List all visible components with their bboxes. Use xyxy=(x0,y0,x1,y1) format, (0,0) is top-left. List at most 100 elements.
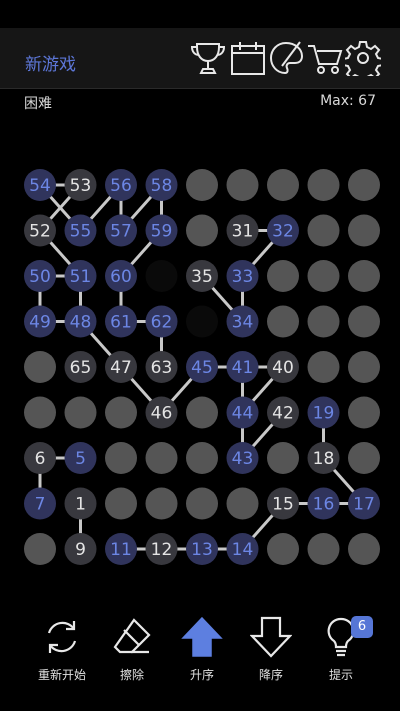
descending-label: 降序 xyxy=(258,668,283,682)
cell-number: 12 xyxy=(151,540,173,560)
empty-cell[interactable] xyxy=(64,396,97,429)
cell-number: 56 xyxy=(110,176,132,196)
cell-number: 54 xyxy=(29,176,51,196)
trophy-icon[interactable] xyxy=(190,40,226,76)
calendar-icon[interactable] xyxy=(230,40,266,76)
cell-number: 11 xyxy=(110,540,132,560)
cell-number: 59 xyxy=(151,222,173,242)
cell-number: 47 xyxy=(110,358,132,378)
empty-cell[interactable] xyxy=(24,533,56,565)
empty-cell[interactable] xyxy=(105,442,137,474)
cell-number: 49 xyxy=(29,313,51,333)
cell-number: 60 xyxy=(110,267,132,287)
cell-number: 16 xyxy=(313,495,335,515)
empty-cell[interactable] xyxy=(348,351,380,383)
blocked-cell[interactable] xyxy=(145,260,178,292)
blocked-cell[interactable] xyxy=(186,305,218,338)
empty-cell[interactable] xyxy=(105,487,137,520)
cell-layer: 54 53 56 5852 55 57 59 31 3250 51 60 35 3349 48 61 62 34… xyxy=(24,169,380,565)
empty-cell[interactable] xyxy=(186,169,218,201)
cell-number: 55 xyxy=(70,222,92,242)
empty-cell[interactable] xyxy=(186,442,218,474)
cell-number: 14 xyxy=(232,540,254,560)
palette-icon[interactable] xyxy=(268,40,304,76)
erase-button[interactable]: 擦除 xyxy=(102,612,162,687)
empty-cell[interactable] xyxy=(307,305,340,338)
cell-number: 17 xyxy=(353,495,375,515)
cell-number: 61 xyxy=(110,313,132,333)
arrow-down-icon xyxy=(250,616,292,658)
cell-number: 15 xyxy=(272,495,294,515)
cell-number: 9 xyxy=(75,540,86,560)
empty-cell[interactable] xyxy=(267,533,299,565)
cell-number: 19 xyxy=(313,404,335,424)
hint-label: 提示 xyxy=(328,668,353,682)
empty-cell[interactable] xyxy=(186,487,218,520)
cell-number: 13 xyxy=(191,540,213,560)
cell-number: 5 xyxy=(75,449,86,469)
empty-cell[interactable] xyxy=(267,260,299,292)
restart-button[interactable]: 重新开始 xyxy=(32,612,92,687)
cart-icon[interactable] xyxy=(307,40,343,76)
empty-cell[interactable] xyxy=(267,169,299,201)
cell-number: 33 xyxy=(232,267,254,287)
refresh-icon xyxy=(47,621,77,653)
empty-cell[interactable] xyxy=(226,487,259,520)
empty-cell[interactable] xyxy=(186,396,218,429)
cell-number: 57 xyxy=(110,222,132,242)
cell-number: 45 xyxy=(191,358,213,378)
new-game-button[interactable]: 新游戏 xyxy=(25,50,76,75)
empty-cell[interactable] xyxy=(307,260,340,292)
empty-cell[interactable] xyxy=(307,214,340,247)
empty-cell[interactable] xyxy=(24,351,56,383)
empty-cell[interactable] xyxy=(24,396,56,429)
cell-number: 7 xyxy=(35,495,46,515)
gear-icon[interactable] xyxy=(345,40,381,76)
ascending-button[interactable]: 升序 xyxy=(172,612,232,687)
cell-number: 31 xyxy=(232,222,254,242)
empty-cell[interactable] xyxy=(348,533,380,565)
empty-cell[interactable] xyxy=(267,442,299,474)
cell-number: 65 xyxy=(70,358,92,378)
ascending-label: 升序 xyxy=(189,668,214,682)
cell-number: 51 xyxy=(70,267,92,287)
empty-cell[interactable] xyxy=(348,442,380,474)
hint-button[interactable]: 6 提示 xyxy=(311,612,373,687)
empty-cell[interactable] xyxy=(348,260,380,292)
cell-number: 58 xyxy=(151,176,173,196)
empty-cell[interactable] xyxy=(226,169,259,201)
empty-cell[interactable] xyxy=(307,351,340,383)
cell-number: 50 xyxy=(29,267,51,287)
empty-cell[interactable] xyxy=(145,487,178,520)
cell-number: 32 xyxy=(272,222,294,242)
empty-cell[interactable] xyxy=(348,396,380,429)
cell-number: 1 xyxy=(75,495,86,515)
empty-cell[interactable] xyxy=(307,533,340,565)
cell-number: 44 xyxy=(232,404,254,424)
empty-cell[interactable] xyxy=(267,305,299,338)
cell-number: 43 xyxy=(232,449,254,469)
top-bar: 新游戏 xyxy=(0,28,400,89)
cell-number: 52 xyxy=(29,222,51,242)
arrow-up-icon xyxy=(181,616,223,657)
difficulty-label: 困难 xyxy=(24,96,52,112)
empty-cell[interactable] xyxy=(145,442,178,474)
empty-cell[interactable] xyxy=(348,169,380,201)
empty-cell[interactable] xyxy=(348,214,380,247)
game-screen: 新游戏 困难 Max: 67 54 53 56 58 52 55 57 59 3… xyxy=(0,0,400,711)
empty-cell[interactable] xyxy=(105,396,137,429)
game-board: 54 53 56 5852 55 57 59 31 3250 51 60 35 3349 48 61 62 34… xyxy=(24,169,380,565)
cell-number: 40 xyxy=(272,358,294,378)
cell-number: 53 xyxy=(70,176,92,196)
cell-number: 63 xyxy=(151,358,173,378)
cell-number: 34 xyxy=(232,313,254,333)
bottom-toolbar: 重新开始 擦除 升序 降序 6 提示 xyxy=(0,612,400,687)
cell-number: 41 xyxy=(232,358,254,378)
empty-cell[interactable] xyxy=(348,305,380,338)
empty-cell[interactable] xyxy=(307,169,340,201)
empty-cell[interactable] xyxy=(186,214,218,247)
descending-button[interactable]: 降序 xyxy=(241,612,301,687)
cell-number: 62 xyxy=(151,313,173,333)
cell-number: 42 xyxy=(272,404,294,424)
hint-count-badge: 6 xyxy=(351,616,373,638)
